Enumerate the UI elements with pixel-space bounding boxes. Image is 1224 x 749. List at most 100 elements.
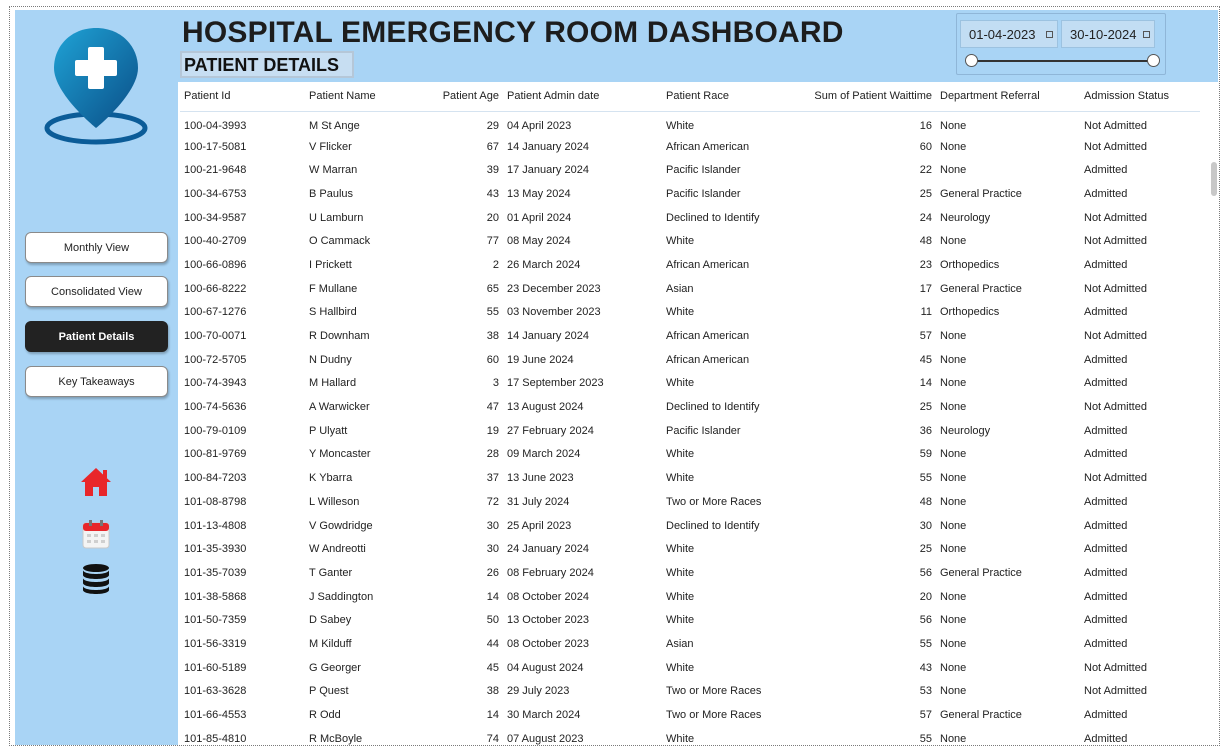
table-cell: Not Admitted [1084,472,1147,485]
table-cell: 16 [919,120,932,133]
table-header-row: Patient Id Patient Name Patient Age Patient… [180,82,1200,112]
table-cell: J Saddington [309,590,374,603]
table-cell: 100-34-6753 [184,187,247,200]
patient-details-button[interactable]: Patient Details [25,321,168,352]
table-cell: 03 November 2023 [507,306,601,319]
table-row[interactable]: 101-66-4553 R Odd 14 30 March 2024 Two or Mo… [180,703,1200,727]
table-cell: Declined to Identify [666,211,760,224]
table-cell: 101-13-4808 [184,519,247,532]
calendar-icon[interactable] [79,518,113,550]
start-date-input[interactable]: 01-04-2023 [960,20,1058,48]
table-row[interactable]: 100-34-9587 U Lamburn 20 01 April 2024 Decli… [180,206,1200,230]
column-header[interactable]: Sum of Patient Waittime [786,82,936,112]
end-date-input[interactable]: 30-10-2024 [1061,20,1155,48]
table-cell: 101-08-8798 [184,495,247,508]
table-row[interactable]: 100-40-2709 O Cammack 77 08 May 2024 White 48… [180,229,1200,253]
table-row[interactable]: 100-04-3993 M St Ange 29 04 April 2023 White… [180,111,1200,135]
table-cell: Admitted [1084,424,1128,437]
table-cell: 101-35-3930 [184,543,247,556]
table-row[interactable]: 100-66-0896 I Prickett 2 26 March 2024 Afric… [180,253,1200,277]
date-slider-end-handle[interactable] [1147,54,1160,67]
table-cell: None [940,661,967,674]
table-cell: Orthopedics [940,258,1000,271]
column-header[interactable]: Patient Name [305,82,419,112]
table-row[interactable]: 101-56-3319 M Kilduff 44 08 October 2023 Asi… [180,632,1200,656]
table-row[interactable]: 100-21-9648 W Marran 39 17 January 2024 Paci… [180,158,1200,182]
patient-details-table: Patient Id Patient Name Patient Age Patient… [180,82,1217,745]
table-cell: 08 October 2024 [507,590,589,603]
vertical-scrollbar[interactable] [1211,162,1217,196]
table-cell: Declined to Identify [666,401,760,414]
table-row[interactable]: 101-35-3930 W Andreotti 30 24 January 2024 W… [180,537,1200,561]
column-header[interactable]: Admission Status [1080,82,1200,112]
column-header[interactable]: Department Referral [936,82,1080,112]
table-cell: R Odd [309,709,341,722]
table-cell: 101-50-7359 [184,614,247,627]
table-cell: Not Admitted [1084,661,1147,674]
table-cell: None [940,120,967,133]
table-row[interactable]: 101-85-4810 R McBoyle 74 07 August 2023 Whit… [180,727,1200,745]
table-cell: White [666,661,695,674]
table-cell: Admitted [1084,566,1128,579]
table-row[interactable]: 101-35-7039 T Ganter 26 08 February 2024 Whi… [180,561,1200,585]
table-row[interactable]: 100-84-7203 K Ybarra 37 13 June 2023 White 55… [180,466,1200,490]
table-cell: Pacific Islander [666,424,741,437]
date-slider-start-handle[interactable] [965,54,978,67]
table-row[interactable]: 100-67-1276 S Hallbird 55 03 November 2023 W… [180,301,1200,325]
column-header[interactable]: Patient Race [662,82,786,112]
table-row[interactable]: 100-66-8222 F Mullane 65 23 December 2023 As… [180,277,1200,301]
table-cell: White [666,732,695,745]
table-cell: Not Admitted [1084,685,1147,698]
table-cell: 100-67-1276 [184,306,247,319]
table-cell: 100-74-3943 [184,377,247,390]
table-cell: 25 [919,401,932,414]
table-cell: 50 [486,614,499,627]
table-row[interactable]: 100-70-0071 R Downham 38 14 January 2024 Afr… [180,324,1200,348]
table-cell: 30 [486,519,499,532]
date-slider-track[interactable] [973,60,1155,62]
table-row[interactable]: 101-13-4808 V Gowdridge 30 25 April 2023 Dec… [180,514,1200,538]
table-cell: None [940,543,967,556]
table-cell: None [940,377,967,390]
table-row[interactable]: 101-60-5189 G Georger 45 04 August 2024 Whit… [180,656,1200,680]
table-cell: African American [666,258,750,271]
table-cell: 43 [919,661,932,674]
table-cell: 38 [486,685,499,698]
table-row[interactable]: 100-74-5636 A Warwicker 47 13 August 2024 De… [180,395,1200,419]
table-cell: 01 April 2024 [507,211,572,224]
column-header[interactable]: Patient Admin date [503,82,662,112]
column-header[interactable]: Patient Age [419,82,503,112]
table-cell: 101-60-5189 [184,661,247,674]
consolidated-view-button[interactable]: Consolidated View [25,276,168,307]
table-cell: 14 January 2024 [507,330,589,343]
table-row[interactable]: 101-50-7359 D Sabey 50 13 October 2023 White… [180,608,1200,632]
table-cell: 100-72-5705 [184,353,247,366]
database-icon[interactable] [79,563,113,595]
table-cell: General Practice [940,709,1022,722]
table-cell: 39 [486,164,499,177]
table-cell: 48 [919,495,932,508]
monthly-view-button[interactable]: Monthly View [25,232,168,263]
table-row[interactable]: 100-17-5081 V Flicker 67 14 January 2024 Afr… [180,135,1200,159]
table-cell: 37 [486,472,499,485]
table-cell: P Ulyatt [309,424,348,437]
table-row[interactable]: 100-81-9769 Y Moncaster 28 09 March 2024 Whi… [180,443,1200,467]
table-cell: W Marran [309,164,358,177]
table-cell: 07 August 2023 [507,732,584,745]
table-row[interactable]: 101-63-3628 P Quest 38 29 July 2023 Two or M… [180,680,1200,704]
table-cell: 25 [919,187,932,200]
column-header[interactable]: Patient Id [180,82,305,112]
table-row[interactable]: 100-74-3943 M Hallard 3 17 September 2023 Wh… [180,372,1200,396]
table-row[interactable]: 101-08-8798 L Willeson 72 31 July 2024 Two o… [180,490,1200,514]
key-takeaways-button[interactable]: Key Takeaways [25,366,168,397]
table-cell: G Georger [309,661,361,674]
table-row[interactable]: 100-72-5705 N Dudny 60 19 June 2024 African … [180,348,1200,372]
table-cell: Neurology [940,211,991,224]
table-row[interactable]: 101-38-5868 J Saddington 14 08 October 2024… [180,585,1200,609]
table-cell: Admitted [1084,543,1128,556]
table-cell: 13 October 2023 [507,614,589,627]
page-title: HOSPITAL EMERGENCY ROOM DASHBOARD [182,16,844,49]
home-icon[interactable] [79,466,113,498]
table-row[interactable]: 100-34-6753 B Paulus 43 13 May 2024 Pacific … [180,182,1200,206]
table-row[interactable]: 100-79-0109 P Ulyatt 19 27 February 2024 Pac… [180,419,1200,443]
